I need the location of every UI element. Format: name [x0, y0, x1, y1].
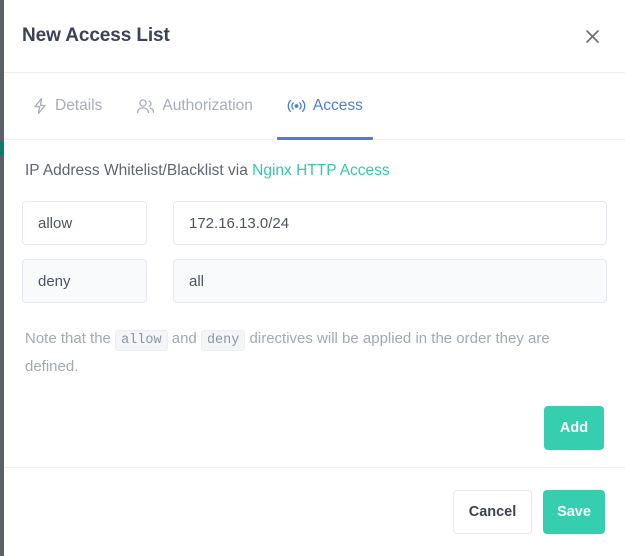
access-description-text: IP Address Whitelist/Blacklist via [25, 162, 253, 179]
tab-details[interactable]: Details [22, 73, 112, 139]
tab-access[interactable]: Access [276, 73, 373, 140]
rule-address-input-0[interactable] [173, 201, 607, 245]
new-access-list-modal: New Access List Details Authorization Ac… [4, 0, 625, 556]
close-icon[interactable] [579, 23, 605, 49]
access-rule-row [22, 201, 607, 245]
nginx-http-access-link[interactable]: Nginx HTTP Access [252, 162, 390, 179]
tab-authorization-label: Authorization [162, 97, 253, 114]
directive-order-note: Note that the allow and deny directives … [25, 326, 604, 380]
add-rule-button[interactable]: Add [544, 406, 604, 450]
page-title: New Access List [22, 25, 170, 46]
access-description: IP Address Whitelist/Blacklist via Nginx… [25, 162, 607, 180]
modal-footer: Cancel Save [4, 467, 625, 556]
users-icon [136, 98, 155, 115]
note-code-allow: allow [115, 330, 168, 351]
tab-bar: Details Authorization Access [4, 73, 625, 140]
lightning-bolt-icon [32, 97, 48, 115]
rule-directive-select-0[interactable] [22, 201, 147, 245]
note-text-1: Note that the [25, 330, 116, 347]
cancel-button[interactable]: Cancel [453, 490, 532, 534]
rule-directive-select-1[interactable] [22, 259, 147, 303]
save-button[interactable]: Save [543, 490, 605, 534]
note-code-deny: deny [200, 330, 246, 351]
access-rule-row [22, 259, 607, 303]
note-text-2: and [167, 330, 201, 347]
tab-details-label: Details [55, 97, 103, 114]
tab-authorization[interactable]: Authorization [126, 73, 262, 139]
tab-access-label: Access [312, 97, 363, 114]
rule-address-input-1[interactable] [173, 259, 607, 303]
add-button-row: Add [22, 406, 607, 450]
modal-body: IP Address Whitelist/Blacklist via Nginx… [4, 140, 625, 467]
broadcast-icon [287, 98, 306, 114]
modal-header: New Access List [4, 0, 625, 73]
